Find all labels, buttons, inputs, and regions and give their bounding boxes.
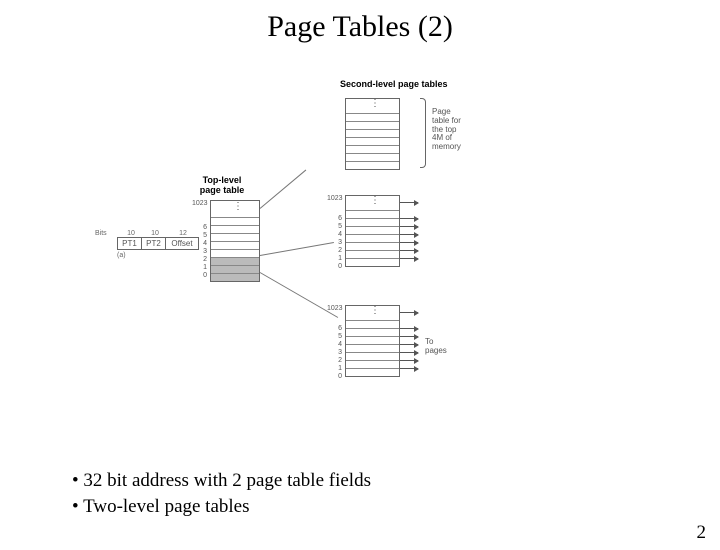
top-level-table: ⋮ [210, 200, 260, 282]
page-number: 2 [697, 522, 707, 544]
second-level-table-mid: ⋮ [345, 195, 400, 267]
arrow-right-icon [400, 218, 418, 219]
arrow-right-icon [400, 250, 418, 251]
second-level-table-bot: ⋮ [345, 305, 400, 377]
bullet-item: 32 bit address with 2 page table fields [72, 470, 371, 492]
bits-label: Bits [95, 230, 119, 237]
address-bits-diagram: Bits 10 10 12 PT1 PT2 Offset (a) [95, 230, 199, 259]
arrow-right-icon [400, 202, 418, 203]
arrow-right-icon [400, 258, 418, 259]
vdots-icon: ⋮ [370, 195, 379, 206]
connector-line [260, 170, 307, 209]
arrow-right-icon [400, 360, 418, 361]
mid-indices: 1023 6 5 4 3 2 1 0 [327, 195, 342, 271]
label-top-level-line1: Top-level [203, 175, 242, 185]
bullet-list: 32 bit address with 2 page table fields … [72, 470, 371, 522]
label-top-level-line2: page table [200, 185, 245, 195]
label-top-level: Top-level page table [192, 176, 252, 196]
caption-a: (a) [117, 252, 199, 259]
vdots-icon: ⋮ [370, 305, 379, 316]
arrow-right-icon [400, 328, 418, 329]
label-to-pages: To pages [425, 338, 447, 356]
field-offset: Offset [166, 238, 198, 249]
vdots-icon: ⋮ [370, 98, 379, 109]
bits-width-3: 12 [167, 230, 199, 237]
arrow-right-icon [400, 242, 418, 243]
arrow-right-icon [400, 352, 418, 353]
arrow-right-icon [400, 344, 418, 345]
vdots-icon: ⋮ [233, 201, 242, 212]
bullet-item: Two-level page tables [72, 496, 371, 518]
connector-line [260, 272, 338, 318]
second-level-table-top: ⋮ [345, 98, 400, 170]
arrow-right-icon [400, 312, 418, 313]
arrow-right-icon [400, 336, 418, 337]
brace-icon [420, 98, 426, 168]
bits-width-1: 10 [119, 230, 143, 237]
slide-title: Page Tables (2) [0, 10, 720, 44]
arrow-right-icon [400, 368, 418, 369]
field-pt2: PT2 [142, 238, 166, 249]
page-table-diagram: Second-level page tables Top-level page … [120, 80, 600, 460]
bits-width-2: 10 [143, 230, 167, 237]
field-pt1: PT1 [118, 238, 142, 249]
label-second-level: Second-level page tables [340, 80, 448, 90]
arrow-right-icon [400, 234, 418, 235]
label-page-table-for: Page table for the top 4M of memory [432, 108, 482, 152]
connector-line [260, 242, 334, 256]
arrow-right-icon [400, 226, 418, 227]
